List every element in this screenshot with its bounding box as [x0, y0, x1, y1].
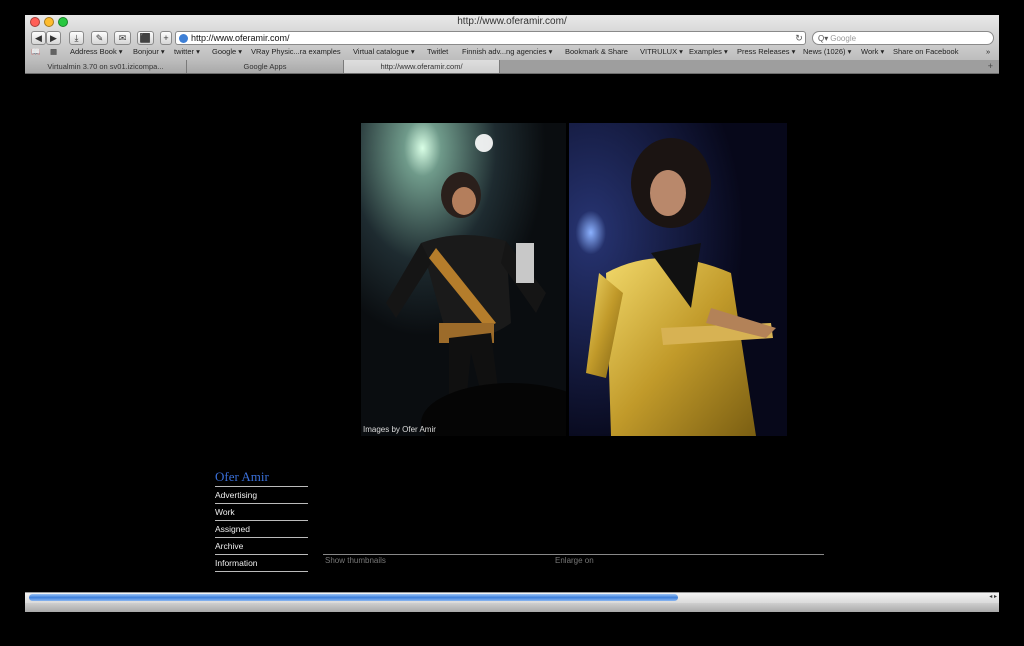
- url-text[interactable]: http://www.oferamir.com/: [191, 33, 793, 43]
- search-icon[interactable]: Q▾: [818, 34, 828, 43]
- bookmark-item[interactable]: Address Book ▾: [70, 47, 123, 56]
- tab-oferamir[interactable]: http://www.oferamir.com/: [344, 60, 500, 73]
- bookmark-item[interactable]: twitter ▾: [174, 47, 200, 56]
- photo-caption: Images by Ofer Amir: [363, 425, 436, 434]
- search-input[interactable]: Q▾ Google: [812, 31, 994, 45]
- scrollbar-thumb[interactable]: [29, 594, 678, 601]
- bookmark-item[interactable]: Finnish adv...ng agencies ▾: [462, 47, 552, 56]
- mail-icon: ✉: [118, 32, 127, 43]
- photo-illustration: [361, 123, 787, 436]
- tab-label: http://www.oferamir.com/: [380, 62, 463, 71]
- grid-icon[interactable]: ▦: [50, 47, 57, 56]
- show-thumbnails-link[interactable]: Show thumbnails: [325, 556, 386, 565]
- edit-button[interactable]: ✎: [91, 31, 108, 45]
- site-title[interactable]: Ofer Amir: [215, 469, 308, 487]
- nav-item-assigned[interactable]: Assigned: [215, 521, 308, 538]
- share-button[interactable]: ✉: [114, 31, 131, 45]
- back-button[interactable]: ◀: [31, 31, 46, 45]
- edit-icon: ✎: [95, 32, 104, 43]
- bookmark-item[interactable]: VITRULUX ▾: [640, 47, 683, 56]
- nav-item-work[interactable]: Work: [215, 504, 308, 521]
- nav-item-advertising[interactable]: Advertising: [215, 487, 308, 504]
- nav-item-archive[interactable]: Archive: [215, 538, 308, 555]
- enlarge-toggle[interactable]: Enlarge on: [555, 556, 594, 565]
- page-content: Images by Ofer Amir Ofer Amir Advertisin…: [25, 74, 999, 592]
- plus-icon: +: [163, 33, 169, 43]
- forward-button[interactable]: ▶: [46, 31, 61, 45]
- search-placeholder: Google: [830, 33, 857, 43]
- tab-label: Google Apps: [243, 62, 287, 71]
- bookmark-item[interactable]: Bonjour ▾: [133, 47, 165, 56]
- title-bar: http://www.oferamir.com/: [25, 15, 999, 30]
- extension-button[interactable]: ⬛: [137, 31, 154, 45]
- globe-icon: [179, 33, 188, 43]
- reload-icon[interactable]: ↻: [793, 33, 805, 44]
- bookmark-item[interactable]: VRay Physic...ra examples: [251, 47, 341, 56]
- scroll-arrows-icon[interactable]: ◂ ▸: [989, 593, 997, 600]
- bookmark-item[interactable]: News (1026) ▾: [803, 47, 851, 56]
- tab-label: Virtualmin 3.70 on sv01.izicompa...: [47, 62, 164, 71]
- status-bar: [25, 603, 999, 612]
- window-title: http://www.oferamir.com/: [457, 16, 567, 27]
- browser-window: http://www.oferamir.com/ ◀ ▶ ⤓ ✎ ✉ ⬛ + h…: [25, 15, 999, 612]
- bookmark-item[interactable]: Work ▾: [861, 47, 884, 56]
- back-icon: ◀: [35, 32, 42, 43]
- tab-virtualmin[interactable]: Virtualmin 3.70 on sv01.izicompa...: [25, 60, 187, 73]
- browser-chrome: http://www.oferamir.com/ ◀ ▶ ⤓ ✎ ✉ ⬛ + h…: [25, 15, 999, 61]
- more-bookmarks-icon[interactable]: »: [986, 47, 990, 56]
- bookmark-item[interactable]: Bookmark & Share: [565, 47, 628, 56]
- bookmarks-bar: 📖 ▦ Address Book ▾ Bonjour ▾ twitter ▾ G…: [25, 46, 999, 59]
- bookmark-item[interactable]: Examples ▾: [689, 47, 728, 56]
- nav-item-information[interactable]: Information: [215, 555, 308, 572]
- bookmark-item[interactable]: Twitlet: [427, 47, 448, 56]
- gallery-image[interactable]: Images by Ofer Amir: [361, 123, 787, 436]
- address-bar[interactable]: http://www.oferamir.com/ ↻: [175, 31, 806, 45]
- tab-google-apps[interactable]: Google Apps: [187, 60, 344, 73]
- bookmark-item[interactable]: Google ▾: [212, 47, 242, 56]
- download-icon: ⤓: [74, 32, 79, 43]
- forward-icon: ▶: [50, 32, 57, 43]
- book-icon[interactable]: 📖: [31, 47, 40, 56]
- add-bookmark-button[interactable]: +: [160, 31, 172, 45]
- bookmark-item[interactable]: Share on Facebook: [893, 47, 958, 56]
- gallery-controls: Show thumbnails Enlarge on: [323, 554, 824, 569]
- tab-bar: Virtualmin 3.70 on sv01.izicompa... Goog…: [25, 60, 999, 74]
- site-navigation: Ofer Amir Advertising Work Assigned Arch…: [215, 469, 308, 572]
- downloads-button[interactable]: ⤓: [69, 31, 84, 45]
- extension-icon: ⬛: [139, 32, 152, 43]
- new-tab-icon[interactable]: +: [988, 61, 993, 71]
- bookmark-item[interactable]: Virtual catalogue ▾: [353, 47, 415, 56]
- bookmark-item[interactable]: Press Releases ▾: [737, 47, 795, 56]
